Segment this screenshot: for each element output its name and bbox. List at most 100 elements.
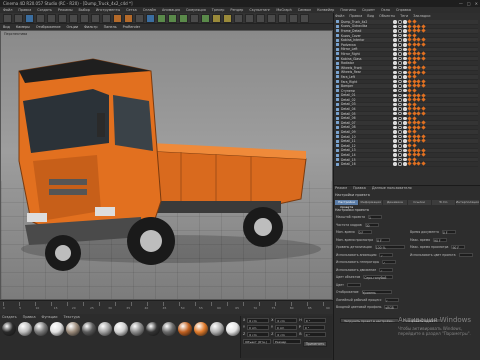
attribute-subtab[interactable]: Интерполяция xyxy=(455,200,480,205)
property-field[interactable]: 0 F xyxy=(376,237,391,243)
apply-button[interactable]: Применить xyxy=(303,341,327,347)
texture-tag-icon[interactable] xyxy=(393,79,397,84)
texture-tag-icon[interactable] xyxy=(398,144,402,148)
material-swatch[interactable] xyxy=(178,322,192,336)
texture-tag-icon[interactable] xyxy=(398,125,402,130)
material-tag-icon[interactable] xyxy=(416,152,421,157)
texture-tag-icon[interactable] xyxy=(398,75,402,79)
render-view-icon[interactable] xyxy=(113,14,122,23)
material-swatch[interactable] xyxy=(98,322,112,336)
property-field[interactable]: 30 xyxy=(364,222,379,228)
material-tag-icon[interactable] xyxy=(416,65,421,70)
texture-tag-icon[interactable] xyxy=(403,56,407,61)
polygons-mode-icon[interactable] xyxy=(267,14,276,23)
texture-tag-icon[interactable] xyxy=(398,162,402,166)
material-tag-icon[interactable] xyxy=(407,60,412,66)
texture-tag-icon[interactable] xyxy=(398,93,402,98)
move-icon[interactable] xyxy=(36,14,45,23)
coordinate-system-icon[interactable] xyxy=(102,14,111,23)
texture-tag-icon[interactable] xyxy=(403,144,407,148)
property-field[interactable]: ✓ xyxy=(379,267,394,273)
texture-tag-icon[interactable] xyxy=(393,56,397,61)
property-field[interactable]: ✓ xyxy=(384,297,399,303)
coordinate-field[interactable]: 0 ° xyxy=(303,318,326,323)
texture-tag-icon[interactable] xyxy=(398,88,402,93)
workplane-icon[interactable] xyxy=(289,14,298,23)
texture-tag-icon[interactable] xyxy=(398,79,402,84)
render-settings-icon[interactable] xyxy=(135,14,144,23)
material-tag-icon[interactable] xyxy=(407,143,412,148)
texture-tag-icon[interactable] xyxy=(398,98,402,102)
texture-tag-icon[interactable] xyxy=(398,121,402,125)
texture-tag-icon[interactable] xyxy=(403,29,407,33)
material-swatch[interactable] xyxy=(34,322,48,336)
texture-tag-icon[interactable] xyxy=(393,93,397,98)
material-menu-item[interactable]: Создать xyxy=(2,315,17,319)
texture-tag-icon[interactable] xyxy=(398,29,402,33)
redo-icon[interactable] xyxy=(14,14,23,23)
snap-icon[interactable] xyxy=(278,14,287,23)
material-tag-icon[interactable] xyxy=(407,51,412,56)
material-tag-icon[interactable] xyxy=(420,161,426,167)
material-swatch[interactable] xyxy=(114,322,128,336)
material-swatch[interactable] xyxy=(162,322,176,336)
texture-tag-icon[interactable] xyxy=(403,47,407,52)
material-tag-icon[interactable] xyxy=(407,129,412,134)
material-tag-icon[interactable] xyxy=(407,19,412,24)
texture-tag-icon[interactable] xyxy=(403,52,407,56)
z-axis-icon[interactable] xyxy=(91,14,100,23)
material-tag-icon[interactable] xyxy=(416,125,421,130)
texture-tag-icon[interactable] xyxy=(393,111,397,116)
texture-tag-icon[interactable] xyxy=(393,24,397,29)
attribute-subtab[interactable]: Ссылки xyxy=(407,200,431,205)
texture-tag-icon[interactable] xyxy=(403,102,407,107)
material-tag-icon[interactable] xyxy=(420,138,426,144)
texture-tag-icon[interactable] xyxy=(403,107,407,111)
material-tag-icon[interactable] xyxy=(407,74,412,79)
points-mode-icon[interactable] xyxy=(245,14,254,23)
texture-tag-icon[interactable] xyxy=(393,144,397,148)
material-tag-icon[interactable] xyxy=(420,28,426,33)
camera-icon[interactable] xyxy=(212,14,221,23)
texture-tag-icon[interactable] xyxy=(398,61,402,65)
texture-tag-icon[interactable] xyxy=(393,29,397,33)
material-swatch[interactable] xyxy=(194,322,208,336)
texture-tag-icon[interactable] xyxy=(403,148,407,153)
texture-tag-icon[interactable] xyxy=(398,33,402,38)
rotate-icon[interactable] xyxy=(58,14,67,23)
material-tag-icon[interactable] xyxy=(407,88,412,93)
texture-tag-icon[interactable] xyxy=(398,24,402,29)
maximize-button[interactable]: □ xyxy=(467,0,471,7)
texture-tag-icon[interactable] xyxy=(403,65,407,70)
material-swatch[interactable] xyxy=(226,322,240,336)
quantize-icon[interactable] xyxy=(300,14,309,23)
texture-tag-icon[interactable] xyxy=(403,153,407,157)
model-mode-icon[interactable] xyxy=(234,14,243,23)
coordinate-field[interactable]: 0 cm xyxy=(247,332,270,337)
texture-tag-icon[interactable] xyxy=(393,130,397,134)
texture-tag-icon[interactable] xyxy=(398,65,402,70)
material-menu-item[interactable]: Текстура xyxy=(63,315,79,319)
attribute-subtab[interactable]: To Do xyxy=(431,200,455,205)
texture-tag-icon[interactable] xyxy=(403,24,407,29)
texture-tag-icon[interactable] xyxy=(398,84,402,88)
object-menu-item[interactable]: Теги xyxy=(400,14,408,18)
property-field[interactable]: ✓ xyxy=(382,260,397,265)
material-swatch[interactable] xyxy=(50,322,64,336)
texture-tag-icon[interactable] xyxy=(403,43,407,47)
material-tag-icon[interactable] xyxy=(420,97,426,102)
texture-tag-icon[interactable] xyxy=(403,111,407,116)
texture-tag-icon[interactable] xyxy=(403,157,407,162)
material-tag-icon[interactable] xyxy=(416,51,421,56)
texture-tag-icon[interactable] xyxy=(403,98,407,102)
material-tag-icon[interactable] xyxy=(416,138,421,144)
texture-tag-icon[interactable] xyxy=(393,121,397,125)
texture-tag-icon[interactable] xyxy=(403,93,407,98)
texture-tag-icon[interactable] xyxy=(398,43,402,47)
texture-tag-icon[interactable] xyxy=(393,47,397,52)
attribute-subtab[interactable]: Информация xyxy=(359,200,383,205)
coordinate-field[interactable]: 0 cm xyxy=(246,325,269,330)
texture-tag-icon[interactable] xyxy=(393,43,397,47)
texture-tag-icon[interactable] xyxy=(393,84,397,88)
attribute-menu-item[interactable]: Правка xyxy=(353,186,366,190)
